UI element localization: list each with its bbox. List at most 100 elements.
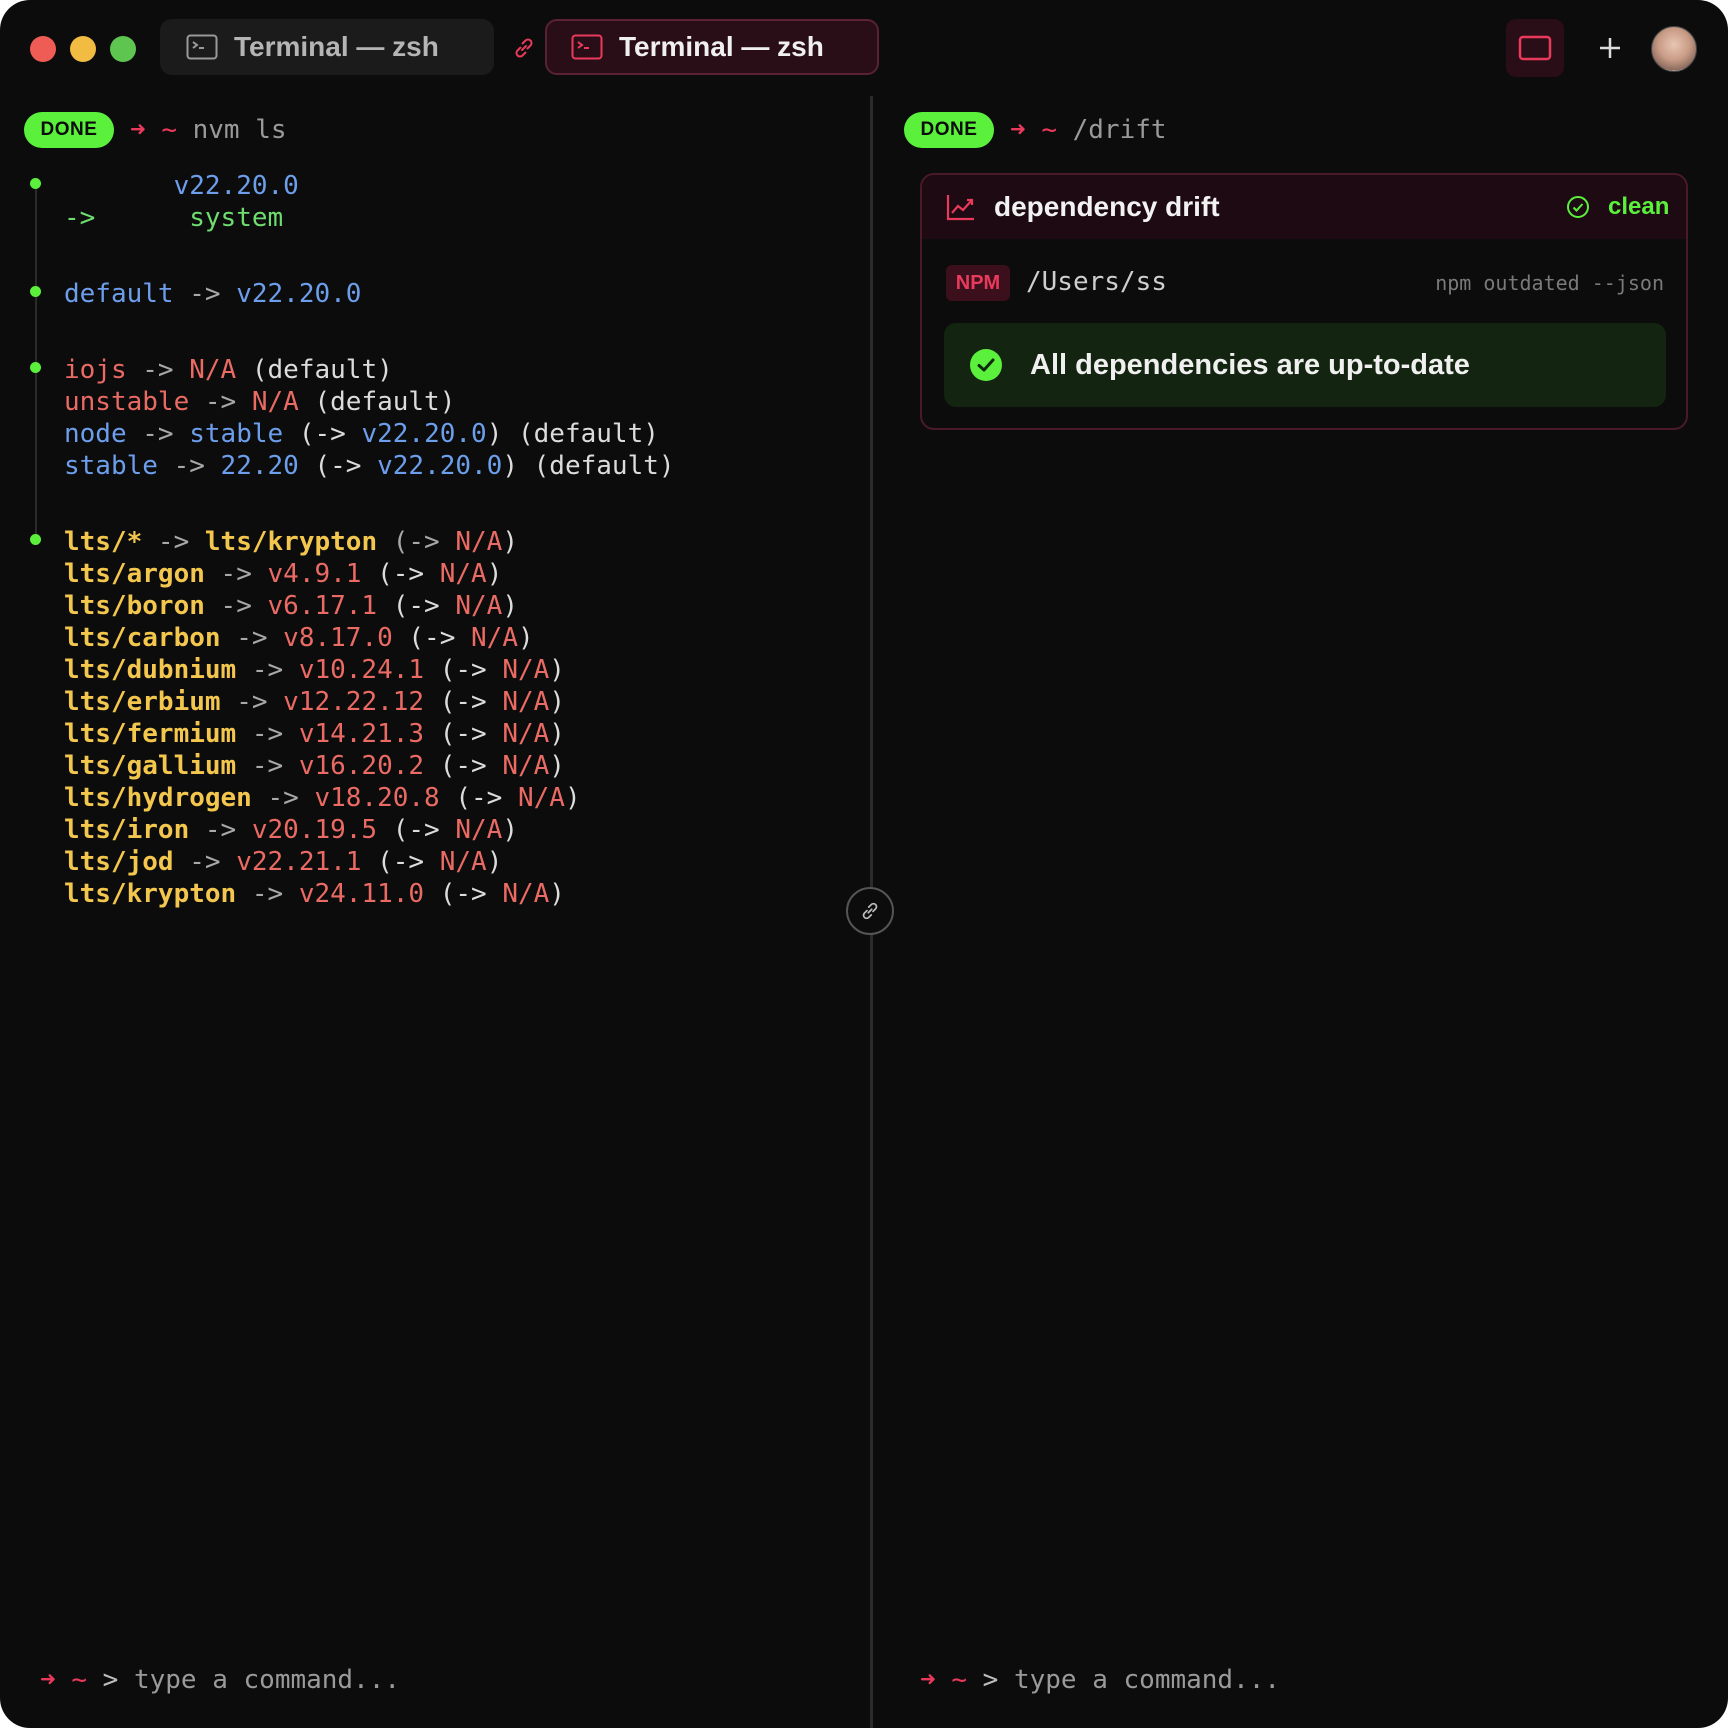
panel-icon [1518,35,1552,61]
output-segment: N/A [517,783,565,813]
output-segment: stable [189,419,284,449]
output-segment: lts/fermium [64,719,237,749]
package-manager-tag: NPM [946,265,1010,301]
output-group: default -> v22.20.0 [64,278,361,310]
output-segment: (-> [361,559,440,589]
output-line: iojs -> N/A (default) [64,354,675,386]
link-tabs-icon[interactable] [510,34,538,62]
output-group: iojs -> N/A (default) unstable -> N/A (de… [64,354,675,482]
output-group-marker [30,178,41,189]
output-line: unstable -> N/A (default) [64,386,675,418]
output-segment: v22.21.1 [236,847,362,877]
tab-label: Terminal — zsh [234,31,439,62]
prompt-arrow: ➜ [130,115,146,145]
message-text: All dependencies are up-to-date [1030,349,1470,381]
terminal-icon [571,34,603,60]
output-segment: N/A [439,847,487,877]
output-segment: (-> [377,591,456,621]
output-segment: v10.24.1 [298,655,425,685]
output-segment: ) [549,655,565,685]
output-segment: lts/gallium [64,751,237,781]
output-segment: v22.20.0 [236,279,362,309]
output-segment: (-> [283,419,362,449]
output-segment: (-> [424,655,503,685]
command-prompt: ➜ ~ > [920,1665,1574,1695]
output-segment: lts/dubnium [64,655,237,685]
output-segment: v8.17.0 [283,623,393,653]
output-segment: v22.20.0 [361,419,487,449]
output-group: lts/* -> lts/krypton (-> N/A) lts/argon -… [64,526,581,910]
close-window-button[interactable] [30,36,56,62]
output-segment: -> [236,719,299,749]
output-segment: (-> [377,815,456,845]
output-segment: N/A [455,527,503,557]
user-avatar[interactable] [1651,26,1697,72]
output-segment: (-> [392,623,472,653]
output-segment: ) [502,527,518,557]
output-line: stable -> 22.20 (-> v22.20.0) (default) [64,450,675,482]
output-segment: v24.11.0 [298,879,425,909]
output-segment: stable [64,451,158,481]
output-line: lts/gallium -> v16.20.2 (-> N/A) [64,750,581,782]
command-input[interactable] [1013,1665,1574,1695]
output-segment: ) [564,783,581,813]
minimize-window-button[interactable] [70,36,96,62]
output-segment: v14.21.3 [298,719,425,749]
output-segment: v6.17.1 [267,591,378,621]
new-tab-button[interactable] [1590,28,1630,68]
output-segment: ) [518,623,534,653]
output-segment: -> [220,623,284,653]
prompt-caret: > [982,1665,999,1695]
tab-terminal-1[interactable]: Terminal — zsh [160,19,494,75]
split-layout-button[interactable] [1506,19,1564,77]
output-segment: N/A [502,751,550,781]
output-segment: -> [64,203,190,233]
output-segment: N/A [502,719,550,749]
output-segment: lts/jod [64,847,174,877]
output-segment: -> [236,655,299,685]
output-segment: N/A [439,559,487,589]
output-segment: lts/erbium [64,687,221,717]
output-group: v22.20.0 -> system [64,170,299,234]
output-line: lts/carbon -> v8.17.0 (-> N/A) [64,622,581,654]
tab-terminal-2-active[interactable]: Terminal — zsh [545,19,879,75]
prompt-caret: > [102,1665,119,1695]
status-badge: DONE [904,112,994,148]
link-icon [862,902,878,920]
output-segment: ) [502,815,518,845]
output-segment: (-> [424,687,503,717]
output-segment: ) [549,751,565,781]
output-segment: N/A [455,591,503,621]
output-segment: -> [204,559,268,589]
command-text: nvm ls [192,115,287,145]
prompt-tilde: ~ [951,1665,967,1695]
output-segment: (-> [424,879,503,909]
output-segment: lts/iron [64,815,190,845]
zoom-window-button[interactable] [110,36,136,62]
output-segment: N/A [502,687,550,717]
output-segment: -> [173,847,237,877]
prompt-tilde: ~ [71,1665,87,1695]
dependency-drift-card: dependency drift clean NPM /Users/ss npm… [920,173,1688,430]
output-line: lts/* -> lts/krypton (-> N/A) [64,526,581,558]
output-line: v22.20.0 [64,170,299,202]
success-check-icon [970,349,1002,381]
link-panes-button[interactable] [846,887,894,935]
output-segment: lts/* [64,527,143,557]
prompt-arrow: ➜ [40,1665,56,1695]
output-segment: ) [549,719,565,749]
output-segment: v22.20.0 [173,171,299,201]
output-segment: v20.19.5 [251,815,378,845]
output-segment: lts/krypton [64,879,237,909]
prompt-arrow: ➜ [920,1665,936,1695]
output-segment: -> [236,751,299,781]
output-segment: ) [502,591,518,621]
tab-label: Terminal — zsh [619,31,824,62]
output-group-marker [30,534,41,545]
command-input[interactable] [133,1665,694,1695]
prompt-arrow: ➜ [1010,115,1026,145]
output-segment: ) [486,847,503,877]
output-segment: -> [173,279,237,309]
output-segment: lts/boron [64,591,205,621]
output-segment: ) (default) [486,419,659,449]
